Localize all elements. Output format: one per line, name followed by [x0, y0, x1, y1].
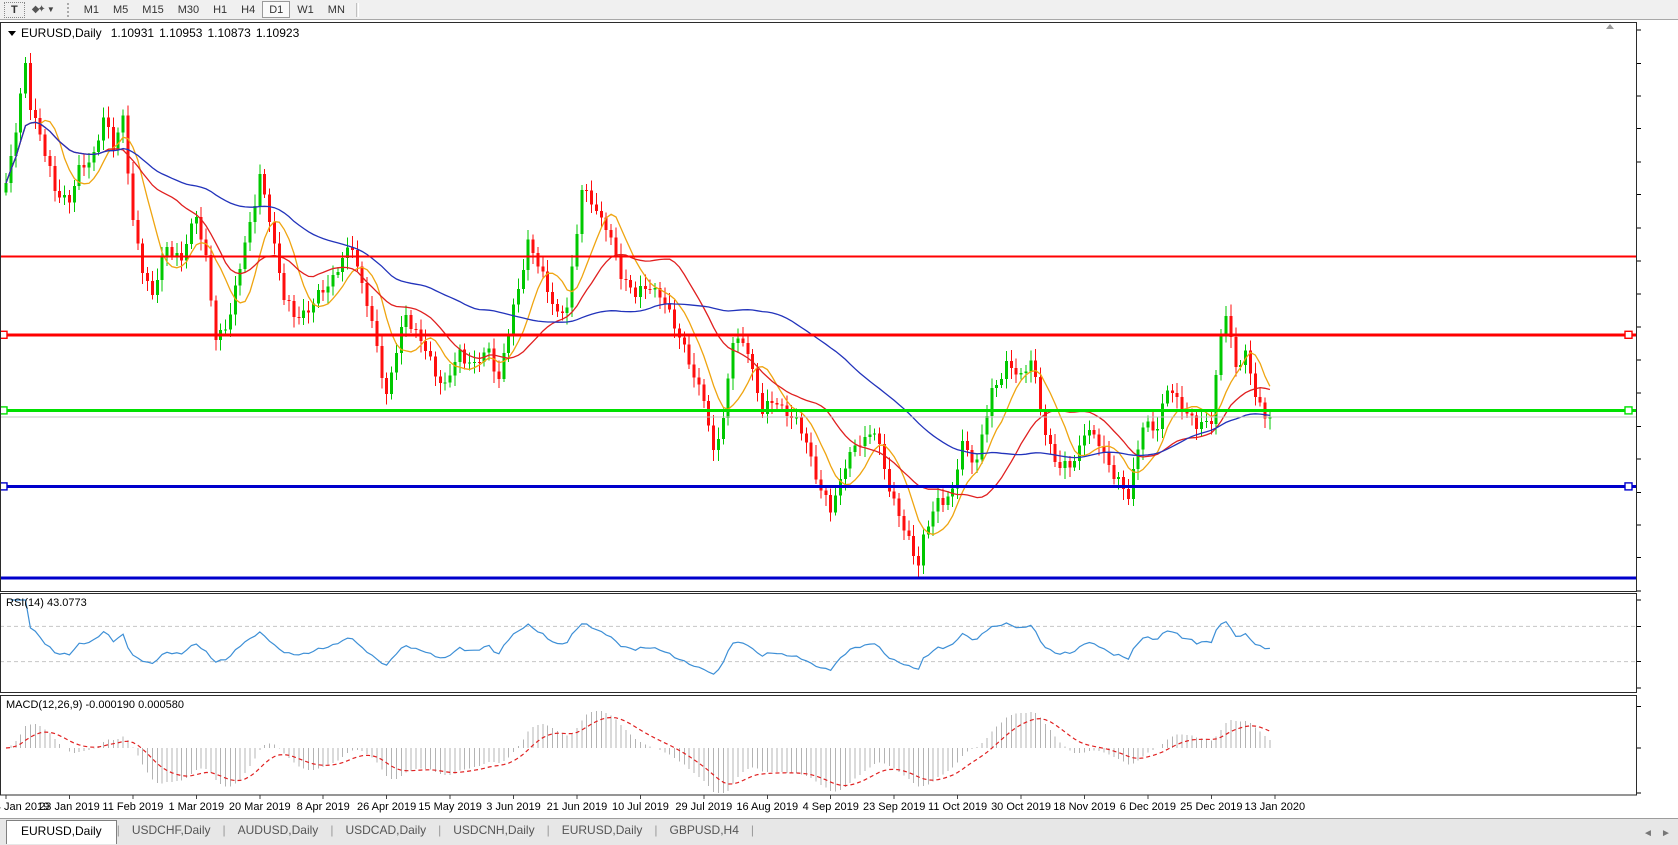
- tab-separator: |: [751, 823, 754, 837]
- date-tick-label: 23 Sep 2019: [863, 801, 925, 813]
- chart-symbol-period: EURUSD,Daily: [21, 26, 102, 40]
- chart-tab-audusd-daily[interactable]: AUDUSD,Daily: [226, 820, 331, 842]
- scroll-left-arrow[interactable]: ◄: [1643, 828, 1653, 839]
- timeframe-button-mn[interactable]: MN: [321, 1, 352, 18]
- timeframe-button-m5[interactable]: M5: [106, 1, 135, 18]
- ma-mid: [6, 122, 1270, 497]
- line-handle: [1625, 483, 1632, 490]
- date-tick-label: 23 Jan 2019: [39, 801, 100, 813]
- date-tick-label: 15 May 2019: [418, 801, 482, 813]
- date-tick-label: 10 Jul 2019: [612, 801, 669, 813]
- date-tick-label: 21 Jun 2019: [547, 801, 608, 813]
- text-tool-label: T: [11, 4, 18, 16]
- date-tick-label: 26 Apr 2019: [357, 801, 416, 813]
- chart-tab-usdchf-daily[interactable]: USDCHF,Daily: [120, 820, 223, 842]
- chart-tab-usdcad-daily[interactable]: USDCAD,Daily: [333, 820, 438, 842]
- timeframe-button-m15[interactable]: M15: [135, 1, 170, 18]
- chart-tab-usdcnh-daily[interactable]: USDCNH,Daily: [441, 820, 546, 842]
- date-tick-label: 11 Oct 2019: [928, 801, 987, 813]
- timeframe-button-w1[interactable]: W1: [290, 1, 321, 18]
- chart-shift-marker: [1606, 24, 1614, 29]
- date-tick-label: 1 Mar 2019: [168, 801, 224, 813]
- line-handle: [1625, 407, 1632, 414]
- timeframe-button-m30[interactable]: M30: [171, 1, 206, 18]
- chart-tab-gbpusd-h4[interactable]: GBPUSD,H4: [658, 820, 751, 842]
- pane-border: [1, 696, 1637, 796]
- chart-tabs: EURUSD,Daily|USDCHF,Daily|AUDUSD,Daily|U…: [0, 818, 1678, 845]
- date-tick-label: 25 Dec 2019: [1180, 801, 1242, 813]
- chart-tab-eurusd-daily[interactable]: EURUSD,Daily: [6, 820, 117, 844]
- date-tick-label: 20 Mar 2019: [229, 801, 291, 813]
- ma-fast: [6, 120, 1270, 534]
- text-tool-button[interactable]: T: [4, 2, 25, 18]
- pane-border: [1, 23, 1637, 592]
- toolbar: T ◆✦ ▼ M1M5M15M30H1H4D1W1MN: [0, 0, 1678, 20]
- ohlc-high: 1.10953: [159, 26, 202, 40]
- objects-button[interactable]: ◆✦ ▼: [25, 1, 62, 18]
- line-handle: [0, 407, 7, 414]
- date-tick-label: 8 Apr 2019: [297, 801, 350, 813]
- ohlc-low: 1.10873: [207, 26, 250, 40]
- diamonds-cursor-icon: ◆✦: [32, 4, 44, 15]
- chart-title: EURUSD,Daily 1.10931 1.10953 1.10873 1.1…: [8, 26, 299, 40]
- timeframe-button-m1[interactable]: M1: [77, 1, 106, 18]
- date-tick-label: 29 Jul 2019: [675, 801, 732, 813]
- price-chart-canvas[interactable]: [0, 0, 1678, 818]
- line-handle: [0, 483, 7, 490]
- date-tick-label: 30 Oct 2019: [991, 801, 1051, 813]
- toolbar-grip: [67, 3, 72, 17]
- macd-indicator-label: MACD(12,26,9) -0.000190 0.000580: [6, 699, 184, 711]
- timeframe-bar: M1M5M15M30H1H4D1W1MN: [77, 1, 352, 18]
- date-tick-label: 6 Dec 2019: [1120, 801, 1176, 813]
- chart-tab-eurusd-daily[interactable]: EURUSD,Daily: [550, 820, 655, 842]
- date-tick-label: 4 Sep 2019: [803, 801, 859, 813]
- ma-slow: [6, 122, 1270, 457]
- rsi-line: [11, 600, 1270, 674]
- date-tick-label: 11 Feb 2019: [102, 801, 163, 813]
- toolbar-separator: [356, 3, 359, 17]
- title-collapse-icon[interactable]: [8, 31, 16, 36]
- line-handle: [1625, 331, 1632, 338]
- timeframe-button-h1[interactable]: H1: [206, 1, 234, 18]
- timeframe-button-d1[interactable]: D1: [262, 1, 290, 18]
- mt4-window: T ◆✦ ▼ M1M5M15M30H1H4D1W1MN EURUSD,Daily…: [0, 0, 1678, 845]
- ohlc-close: 1.10923: [256, 26, 299, 40]
- rsi-indicator-label: RSI(14) 43.0773: [6, 597, 87, 609]
- date-tick-label: 16 Aug 2019: [736, 801, 798, 813]
- macd-signal-line: [6, 718, 1270, 786]
- timeframe-button-h4[interactable]: H4: [234, 1, 262, 18]
- ohlc-open: 1.10931: [111, 26, 154, 40]
- scroll-right-arrow[interactable]: ►: [1661, 828, 1671, 839]
- line-handle: [0, 331, 7, 338]
- chevron-down-icon: ▼: [47, 5, 55, 14]
- date-tick-label: 3 Jun 2019: [486, 801, 540, 813]
- date-tick-label: 18 Nov 2019: [1053, 801, 1115, 813]
- pane-border: [1, 594, 1637, 693]
- date-tick-label: 13 Jan 2020: [1245, 801, 1306, 813]
